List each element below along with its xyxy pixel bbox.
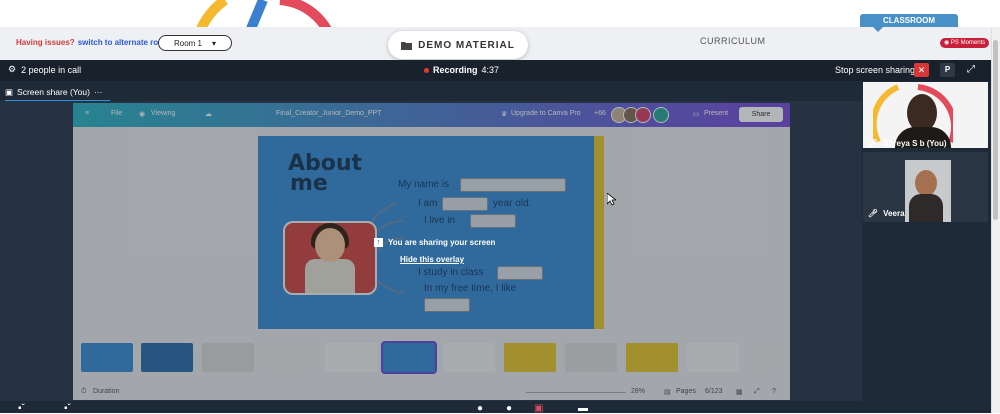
- video-tile-self[interactable]: 🎤︎ Shreya S b (You): [863, 82, 988, 152]
- record-icon: ◉: [944, 40, 950, 46]
- sharing-overlay-text: You are sharing your screen: [388, 238, 496, 247]
- more-options-icon[interactable]: ···: [94, 87, 103, 97]
- tab-demo-material-label: DEMO MATERIAL: [418, 39, 515, 51]
- people-in-call[interactable]: ⚙ 2 people in call: [8, 64, 81, 75]
- participant-name: Shreya S b (You): [883, 139, 947, 148]
- meeting-controls-bar: [0, 401, 991, 413]
- camera-icon[interactable]: ▪ˇ: [18, 403, 25, 414]
- ps-moments-badge[interactable]: ◉ PS Moments: [940, 38, 990, 48]
- recording-time: 4:37: [481, 65, 500, 75]
- recording-label: Recording: [433, 65, 478, 75]
- participant-body: [909, 194, 943, 222]
- issues-text: Having issues?: [16, 38, 75, 47]
- chat-icon[interactable]: ●: [506, 403, 512, 414]
- ps-moments-label: PS Moments: [950, 40, 986, 46]
- participant-face: [915, 170, 937, 196]
- screen-icon: ▣: [5, 86, 14, 97]
- recording-indicator: Recording 4:37: [424, 65, 499, 75]
- participant-name-tag: 🎤︎ Veera: [868, 209, 905, 218]
- close-share-button[interactable]: ✕: [914, 63, 929, 77]
- share-screen-icon: ↑: [374, 238, 383, 247]
- hide-overlay-link[interactable]: Hide this overlay: [400, 255, 464, 264]
- microphone-toggle-icon[interactable]: ▪ˇ: [64, 403, 71, 414]
- mouse-cursor-icon: [607, 193, 616, 206]
- share-tab-label: Screen share (You): [17, 87, 90, 97]
- recording-dot-icon: [424, 67, 429, 73]
- scrollbar-thumb[interactable]: [993, 40, 998, 220]
- tab-demo-material[interactable]: DEMO MATERIAL: [388, 31, 528, 59]
- participants-icon[interactable]: ●: [477, 403, 483, 414]
- sharing-overlay-message: ↑ You are sharing your screen: [374, 238, 495, 247]
- video-tile-veera[interactable]: 🎤︎ Veera: [863, 152, 988, 222]
- classroom-tab-pointer: [873, 27, 883, 32]
- chevron-down-icon: ▾: [212, 38, 217, 48]
- stop-screen-sharing-button[interactable]: Stop screen sharing: [835, 65, 915, 75]
- stop-share-icon[interactable]: ▣: [534, 403, 543, 414]
- fullscreen-icon[interactable]: ⤢: [967, 64, 975, 75]
- participant-name-tag: 🎤︎ Shreya S b (You): [868, 139, 947, 148]
- gear-icon[interactable]: ⚙: [8, 64, 16, 75]
- room-select[interactable]: Room 1 ▾: [158, 35, 232, 51]
- microphone-icon: 🎤︎: [868, 139, 879, 148]
- tab-classroom[interactable]: CLASSROOM: [860, 14, 958, 27]
- participant-name: Veera: [883, 209, 905, 218]
- people-count: 2 people in call: [21, 64, 82, 75]
- participant-p-button[interactable]: P: [940, 63, 955, 77]
- more-icon[interactable]: ▬: [578, 403, 588, 414]
- room-select-value: Room 1: [173, 38, 202, 48]
- tab-screen-share[interactable]: ▣ Screen share (You) ···: [5, 84, 111, 102]
- microphone-icon: 🎤︎: [868, 209, 879, 218]
- tab-curriculum[interactable]: CURRICULUM: [700, 36, 766, 46]
- folder-icon: [401, 41, 413, 50]
- issues-notice: Having issues? switch to alternate room: [16, 38, 170, 47]
- screen-share-dim-overlay: [73, 103, 790, 400]
- switch-room-link[interactable]: switch to alternate room: [78, 38, 170, 47]
